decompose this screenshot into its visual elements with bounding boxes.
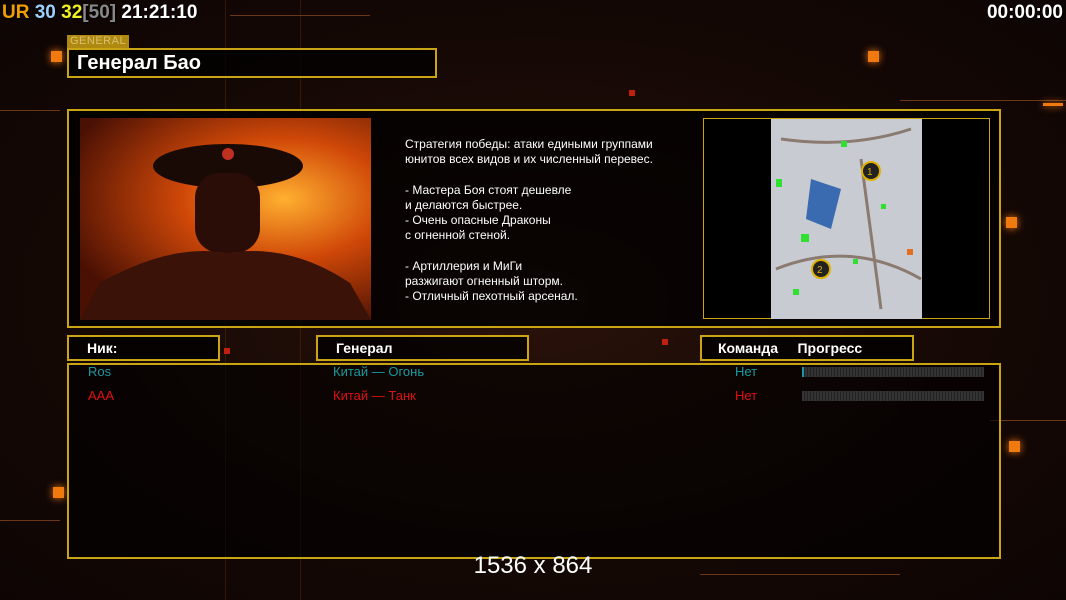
general-portrait — [80, 118, 371, 320]
game-timer: 00:00:00 — [986, 2, 1063, 23]
map-preview: 12 — [703, 118, 990, 319]
player-general[interactable]: Китай — Огонь — [333, 364, 424, 379]
perf-hud: UR 30 32[50] 21:21:10 — [2, 2, 197, 24]
general-tag: GENERAL — [67, 35, 130, 48]
resolution-label: 1536 x 864 — [473, 552, 593, 579]
player-team[interactable]: Нет — [735, 388, 757, 403]
col-team-progress-header: Команда Прогресс — [700, 335, 914, 361]
col-nick-header: Ник: — [67, 335, 220, 361]
player-general[interactable]: Китай — Танк — [333, 388, 416, 403]
col-general-header: Генерал — [316, 335, 529, 361]
col-progress-header: Прогресс — [797, 340, 863, 356]
col-team-header: Команда — [718, 340, 778, 356]
general-description: Стратегия победы: атаки едиными группами… — [405, 137, 653, 304]
player-progress — [802, 367, 984, 377]
map-marker-2: 2 — [817, 265, 823, 276]
ur-label: UR — [2, 2, 30, 23]
player-nick: Ros — [88, 364, 112, 379]
player-nick: AAA — [88, 388, 115, 403]
fps-limit: [50] — [82, 2, 117, 23]
player-team[interactable]: Нет — [735, 364, 757, 379]
fps-value: 30 — [34, 2, 56, 23]
fps2-value: 32 — [61, 2, 83, 23]
player-progress — [802, 391, 984, 401]
clock: 21:21:10 — [121, 2, 198, 23]
general-name: Генерал Бао — [67, 48, 437, 78]
map-marker-1: 1 — [867, 167, 873, 178]
